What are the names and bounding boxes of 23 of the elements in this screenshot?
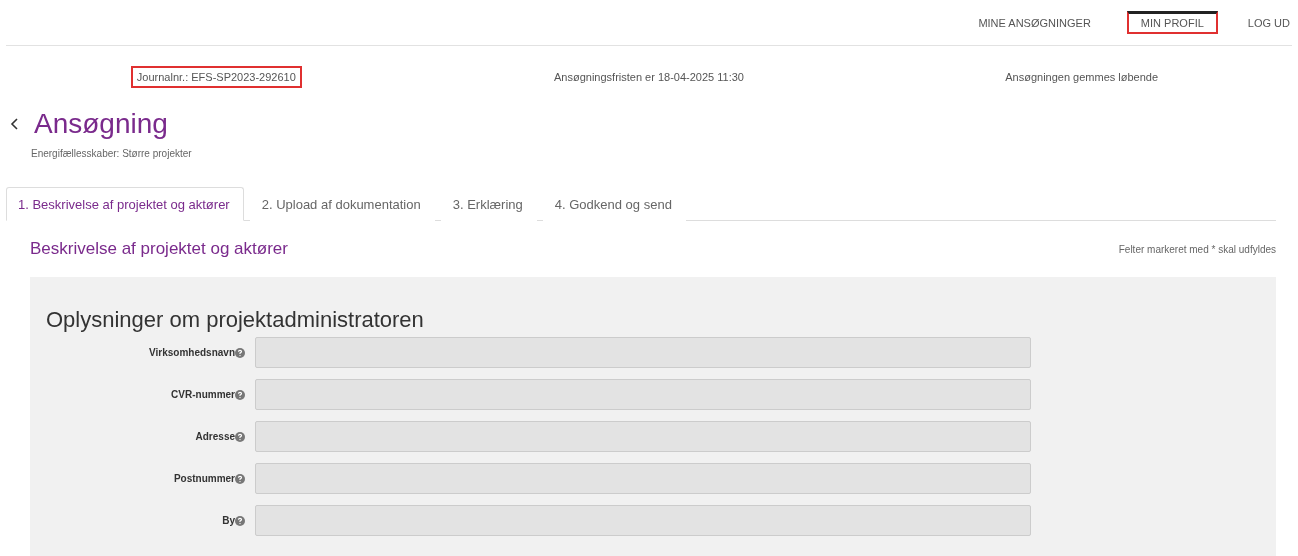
field-label: Adresse bbox=[194, 431, 235, 442]
nav-link[interactable]: MIN PROFIL bbox=[1126, 11, 1218, 34]
field-label: CVR-nummer bbox=[170, 389, 235, 400]
field-label: Virksomhedsnavn bbox=[148, 347, 235, 358]
back-chevron-icon[interactable] bbox=[10, 117, 20, 131]
nav-link[interactable]: MINE ANSØGNINGER bbox=[964, 11, 1105, 34]
help-icon[interactable] bbox=[235, 515, 245, 526]
field-label: By bbox=[221, 515, 235, 526]
info-text: Journalnr.: EFS-SP2023-292610 bbox=[130, 66, 302, 88]
page-title: Ansøgning bbox=[34, 108, 168, 140]
help-icon[interactable] bbox=[235, 389, 245, 400]
help-icon[interactable] bbox=[235, 431, 245, 442]
required-note: Felter markeret med * skal udfyldes bbox=[1118, 243, 1276, 255]
section-title: Beskrivelse af projektet og aktører bbox=[30, 239, 288, 259]
info-text: Ansøgningsfristen er 18-04-2025 11:30 bbox=[553, 70, 745, 85]
tab[interactable]: 1. Beskrivelse af projektet og aktører bbox=[6, 187, 244, 221]
help-icon[interactable] bbox=[235, 473, 245, 484]
nav-link[interactable]: LOG UD bbox=[1233, 11, 1292, 34]
page-subtitle: Energifællesskaber: Større projekter bbox=[31, 148, 193, 159]
field-label: Postnummer bbox=[172, 473, 235, 484]
help-icon[interactable] bbox=[235, 347, 245, 358]
info-text: Ansøgningen gemmes løbende bbox=[1004, 70, 1160, 85]
panel-heading: Oplysninger om projektadministratoren bbox=[46, 307, 425, 333]
